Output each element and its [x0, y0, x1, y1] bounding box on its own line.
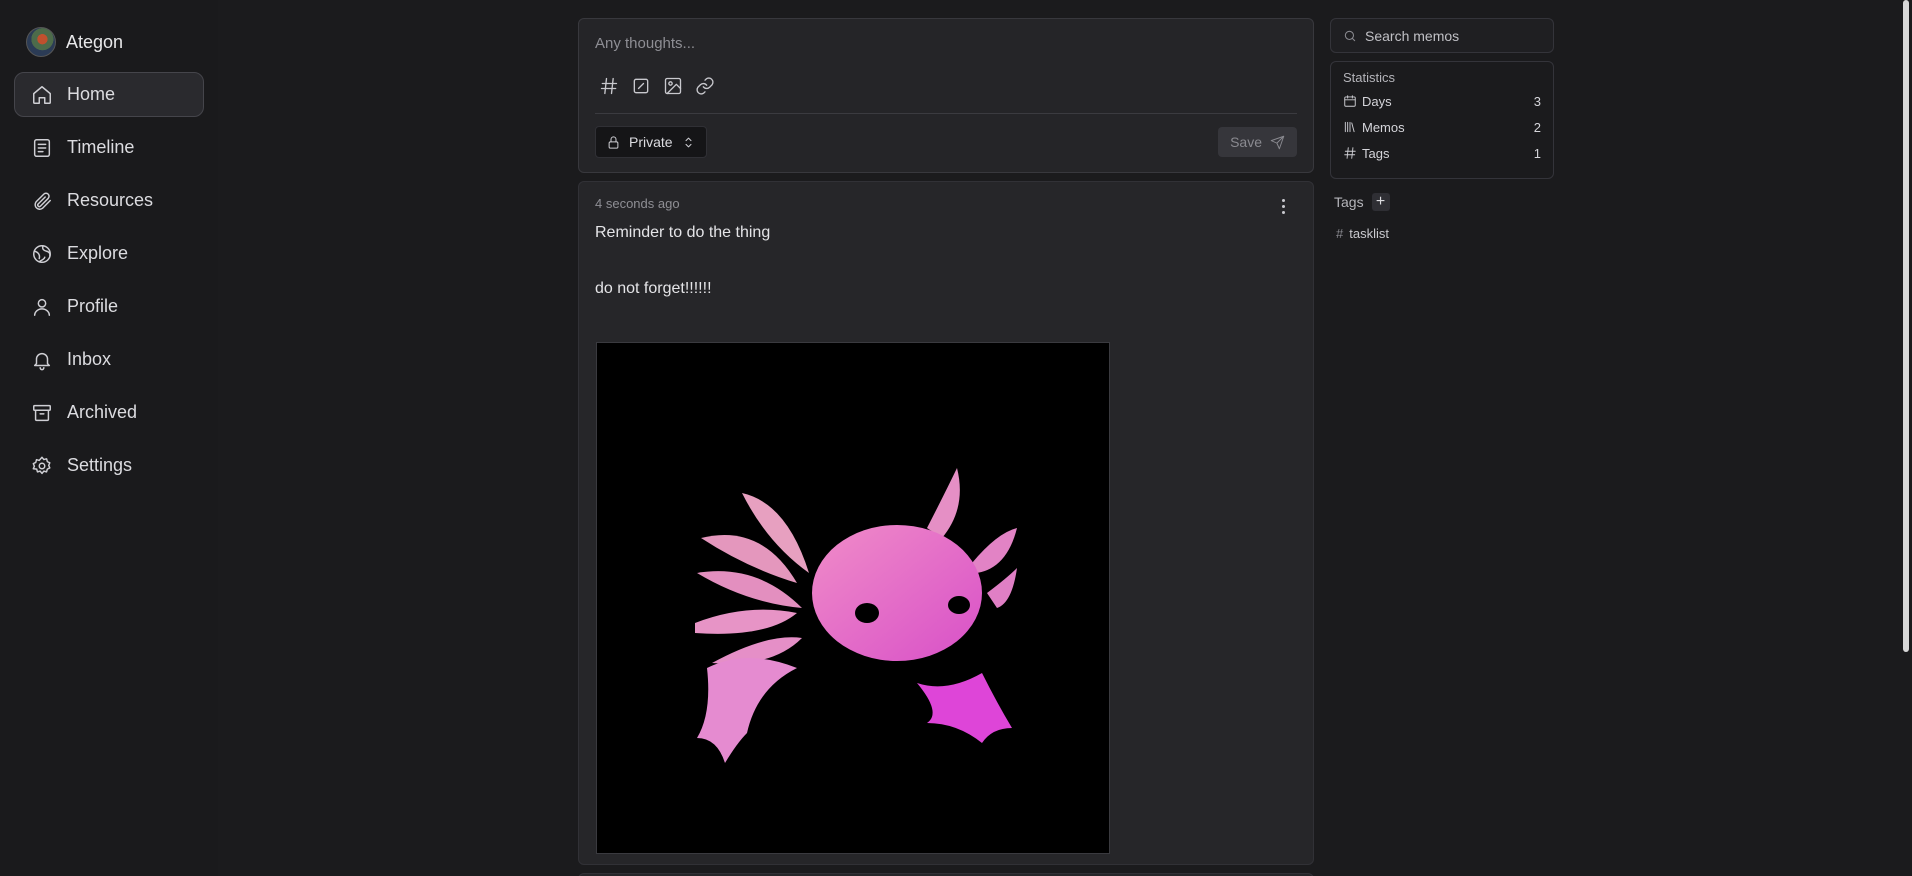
stat-value: 1: [1533, 145, 1541, 161]
nav-item-settings[interactable]: Settings: [14, 443, 204, 488]
avatar: [26, 27, 56, 57]
save-button[interactable]: Save: [1218, 127, 1297, 157]
hash-icon: #: [1336, 225, 1344, 241]
search-placeholder: Search memos: [1365, 27, 1460, 44]
library-icon: [1344, 121, 1355, 133]
nav-label-archived: Archived: [67, 402, 138, 422]
scrollbar[interactable]: [1900, 0, 1912, 876]
save-label: Save: [1230, 134, 1262, 150]
user-icon: [33, 298, 51, 316]
add-tag-button[interactable]: +: [1371, 193, 1390, 211]
stat-value: 2: [1533, 119, 1541, 135]
tag-item[interactable]: # tasklist: [1330, 223, 1554, 243]
globe-icon: [33, 244, 51, 263]
image-icon[interactable]: [663, 76, 683, 96]
search-icon: [1344, 30, 1356, 41]
archive-icon: [33, 404, 51, 421]
send-icon: [1270, 135, 1285, 149]
checkbox-icon[interactable]: [631, 76, 651, 96]
bell-icon: [33, 352, 51, 370]
hash-icon[interactable]: [599, 76, 619, 96]
tags-title: Tags: [1334, 194, 1364, 210]
stat-row-memos: Memos 2: [1343, 114, 1541, 140]
calendar-icon: [1344, 95, 1356, 107]
scrollbar-thumb[interactable]: [1903, 0, 1909, 652]
memo-text-line: Reminder to do the thing: [595, 224, 771, 241]
link-icon[interactable]: [695, 76, 715, 96]
nav-label-explore: Explore: [67, 243, 129, 263]
search-input[interactable]: Search memos: [1330, 18, 1554, 53]
memo-input[interactable]: Any thoughts...: [595, 35, 1297, 57]
user-menu[interactable]: Ategon: [14, 22, 204, 62]
hash-icon: [1344, 147, 1356, 159]
main-column: Any thoughts... Private Save 4 seconds a…: [578, 18, 1314, 876]
stat-label: Days: [1362, 93, 1392, 109]
nav-item-explore[interactable]: Explore: [14, 231, 204, 276]
right-panel: Search memos Statistics Days 3 Memos 2 T…: [1330, 18, 1554, 243]
sidebar: Ategon Home Timeline Resources Explore P…: [0, 0, 218, 876]
memo-attachment-image[interactable]: [596, 342, 1110, 854]
editor-toolbar: [595, 73, 1297, 99]
nav-item-timeline[interactable]: Timeline: [14, 125, 204, 170]
stat-row-tags: Tags 1: [1343, 140, 1541, 166]
chevron-up-down-icon: [685, 137, 692, 147]
nav-item-resources[interactable]: Resources: [14, 178, 204, 223]
memo-text-line: do not forget!!!!!!: [595, 280, 712, 297]
lock-icon: [608, 135, 619, 149]
nav-label-settings: Settings: [67, 455, 133, 475]
visibility-label: Private: [629, 134, 673, 150]
memo-editor: Any thoughts... Private Save: [578, 18, 1314, 173]
nav-item-profile[interactable]: Profile: [14, 284, 204, 329]
statistics-panel: Statistics Days 3 Memos 2 Tags 1: [1330, 61, 1554, 179]
editor-divider: [595, 113, 1297, 114]
nav-label-resources: Resources: [67, 190, 154, 210]
home-icon: [33, 85, 51, 104]
memo-card: 4 seconds ago Reminder to do the thing d…: [578, 181, 1314, 865]
nav-item-home[interactable]: Home: [14, 72, 204, 117]
nav-label-home: Home: [67, 84, 116, 104]
user-name: Ategon: [66, 31, 124, 52]
stat-label: Memos: [1362, 119, 1405, 135]
timeline-icon: [33, 138, 51, 157]
nav-label-inbox: Inbox: [67, 349, 112, 369]
visibility-select[interactable]: Private: [595, 126, 707, 158]
memo-timestamp: 4 seconds ago: [595, 196, 680, 211]
nav-item-inbox[interactable]: Inbox: [14, 337, 204, 382]
gear-icon: [32, 456, 51, 474]
tags-header: Tags +: [1330, 191, 1554, 213]
nav-item-archived[interactable]: Archived: [14, 390, 204, 435]
stat-row-days: Days 3: [1343, 88, 1541, 114]
stat-value: 3: [1533, 93, 1541, 109]
more-options-icon[interactable]: [1275, 196, 1291, 216]
axolotl-image: [695, 468, 1017, 763]
paperclip-icon: [34, 192, 51, 210]
stat-label: Tags: [1362, 145, 1390, 161]
statistics-title: Statistics: [1343, 70, 1396, 85]
nav-label-profile: Profile: [67, 296, 119, 316]
tag-label: tasklist: [1349, 225, 1389, 241]
nav-label-timeline: Timeline: [67, 137, 135, 157]
